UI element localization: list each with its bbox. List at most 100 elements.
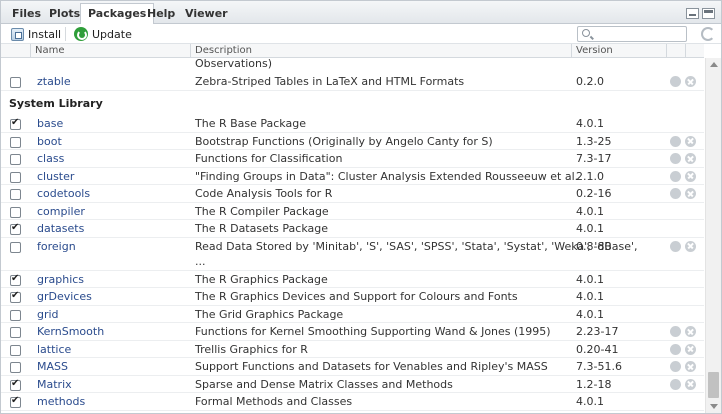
package-load-checkbox[interactable]	[10, 241, 21, 253]
library-section-header: System Library	[9, 97, 103, 110]
package-load-checkbox[interactable]	[10, 206, 21, 218]
remove-package-icon[interactable]	[685, 343, 696, 355]
package-version: 1.2-18	[576, 377, 612, 391]
package-load-checkbox[interactable]	[10, 222, 21, 235]
package-load-checkbox[interactable]	[10, 154, 21, 165]
package-name-link[interactable]: Matrix	[37, 376, 72, 393]
package-website-icon[interactable]	[670, 153, 681, 164]
remove-package-icon[interactable]	[685, 135, 696, 147]
search-icon	[582, 29, 590, 37]
packages-pane: Files Plots Packages Help Viewer Install…	[0, 0, 722, 414]
package-description: The R Datasets Package	[195, 222, 328, 235]
package-name-link[interactable]: KernSmooth	[37, 323, 104, 340]
package-website-icon[interactable]	[670, 135, 681, 147]
refresh-icon[interactable]	[701, 27, 715, 41]
package-description: The R Graphics Package	[195, 272, 328, 286]
package-description: Sparse and Dense Matrix Classes and Meth…	[195, 377, 453, 391]
package-version: 7.3-17	[576, 152, 612, 165]
package-name-link[interactable]: codetools	[37, 185, 90, 202]
package-load-checkbox[interactable]	[10, 378, 21, 391]
table-scrollbar[interactable]	[705, 58, 721, 413]
scroll-down-arrow-icon[interactable]	[710, 404, 718, 409]
packages-table: Observations) ztable Zebra-Striped Table…	[1, 58, 704, 413]
package-version: 4.0.1	[576, 117, 604, 130]
packages-toolbar: Install Update	[1, 24, 721, 44]
package-load-checkbox[interactable]	[10, 273, 21, 286]
column-header-description[interactable]: Description	[190, 44, 571, 58]
package-name-link[interactable]: methods	[37, 393, 85, 410]
package-description: Functions for Kernel Smoothing Supportin…	[195, 325, 551, 338]
package-website-icon[interactable]	[670, 361, 681, 372]
package-description: The R Compiler Package	[195, 204, 329, 218]
package-name-link[interactable]: boot	[37, 133, 62, 150]
remove-package-icon[interactable]	[685, 326, 696, 337]
package-name-link[interactable]: MASS	[37, 358, 68, 375]
remove-package-icon[interactable]	[685, 76, 696, 87]
table-row: cluster "Finding Groups in Data": Cluster…	[1, 168, 704, 185]
package-website-icon[interactable]	[670, 378, 681, 390]
package-name-link[interactable]: grDevices	[37, 288, 92, 305]
package-name-link[interactable]: cluster	[37, 168, 74, 185]
package-name-link[interactable]: compiler	[37, 203, 85, 220]
package-name-link[interactable]: foreign	[37, 238, 76, 255]
tab-viewer[interactable]: Viewer	[177, 3, 236, 24]
package-version: 2.1.0	[576, 169, 604, 183]
remove-package-icon[interactable]	[685, 378, 696, 390]
package-website-icon[interactable]	[670, 188, 681, 199]
remove-package-icon[interactable]	[685, 361, 696, 372]
table-row: compiler The R Compiler Package 4.0.1	[1, 203, 704, 220]
package-description: Code Analysis Tools for R	[195, 187, 333, 200]
minimize-pane-button[interactable]	[686, 8, 699, 19]
package-name-link[interactable]: datasets	[37, 220, 84, 237]
update-button[interactable]: Update	[74, 25, 132, 43]
package-load-checkbox[interactable]	[10, 171, 21, 183]
package-description-continued: ...	[195, 254, 206, 268]
package-website-icon[interactable]	[670, 240, 681, 252]
table-row: foreign Read Data Stored by 'Minitab', 'S…	[1, 238, 704, 271]
package-load-checkbox[interactable]	[10, 77, 21, 88]
update-label: Update	[92, 27, 132, 41]
package-load-checkbox[interactable]	[10, 136, 21, 148]
column-header-name[interactable]: Name	[30, 44, 190, 58]
package-version: 4.0.1	[576, 307, 604, 321]
table-row: codetools Code Analysis Tools for R 0.2-16	[1, 185, 704, 203]
remove-package-icon[interactable]	[685, 170, 696, 182]
install-label: Install	[28, 27, 62, 41]
package-description: Zebra-Striped Tables in LaTeX and HTML F…	[195, 75, 465, 88]
package-description: Observations)	[195, 58, 273, 70]
package-load-checkbox[interactable]	[10, 309, 21, 321]
table-row: class Functions for Classification 7.3-17	[1, 150, 704, 168]
install-button[interactable]: Install	[11, 25, 61, 43]
scroll-up-arrow-icon[interactable]	[710, 62, 718, 67]
package-load-checkbox[interactable]	[10, 344, 21, 356]
package-name-link[interactable]: ztable	[37, 73, 71, 90]
install-icon	[11, 27, 24, 41]
remove-package-icon[interactable]	[685, 153, 696, 164]
remove-package-icon[interactable]	[685, 240, 696, 252]
package-website-icon[interactable]	[670, 343, 681, 355]
package-load-checkbox[interactable]	[10, 189, 21, 200]
package-version: 0.20-41	[576, 342, 619, 356]
package-name-link[interactable]: graphics	[37, 271, 84, 288]
package-search-input[interactable]	[577, 26, 687, 42]
package-description: The R Base Package	[195, 117, 306, 130]
package-load-checkbox[interactable]	[10, 327, 21, 338]
column-header-version[interactable]: Version	[571, 44, 666, 58]
package-website-icon[interactable]	[670, 326, 681, 337]
remove-package-icon[interactable]	[685, 188, 696, 199]
package-version: 0.8-80	[576, 239, 612, 253]
toolbar-divider	[65, 27, 66, 41]
maximize-pane-button[interactable]	[702, 8, 715, 19]
package-website-icon[interactable]	[670, 76, 681, 87]
package-name-link[interactable]: grid	[37, 306, 59, 323]
package-website-icon[interactable]	[670, 170, 681, 182]
package-load-checkbox[interactable]	[10, 290, 21, 303]
package-name-link[interactable]: class	[37, 150, 64, 167]
scrollbar-thumb[interactable]	[708, 372, 719, 398]
package-load-checkbox[interactable]	[10, 395, 21, 408]
package-load-checkbox[interactable]	[10, 117, 21, 130]
package-load-checkbox[interactable]	[10, 362, 21, 373]
column-header-remove	[685, 44, 704, 58]
package-name-link[interactable]: lattice	[37, 341, 71, 358]
package-name-link[interactable]: base	[37, 115, 63, 132]
